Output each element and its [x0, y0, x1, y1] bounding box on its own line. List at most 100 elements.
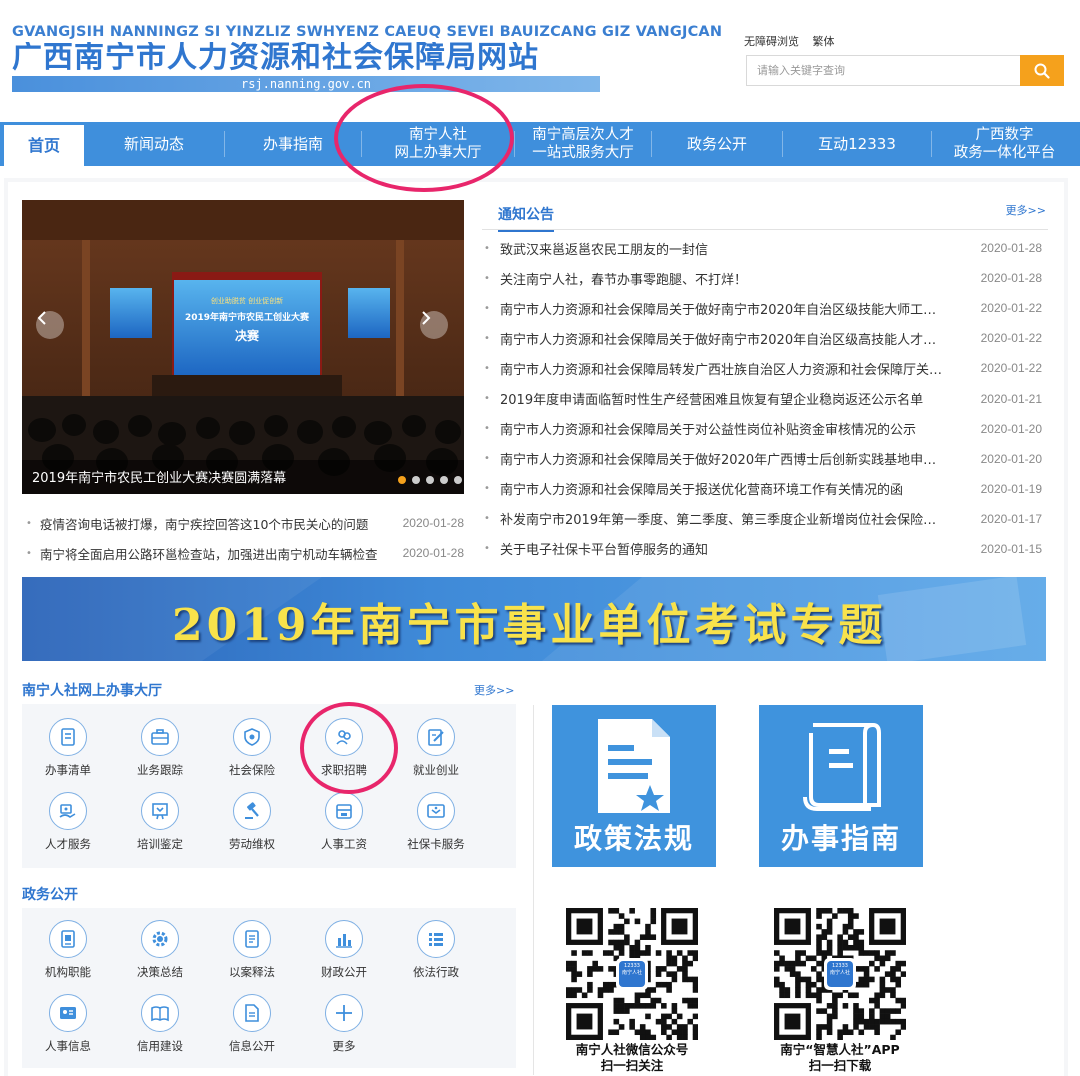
gov-affairs-item-label: 决策总结 [137, 965, 183, 979]
slider-caption[interactable]: 2019年南宁市农民工创业大赛决赛圆满落幕 [32, 467, 286, 486]
nav-interaction-12333[interactable]: 互动12333 [783, 122, 931, 166]
nav-talent-hall[interactable]: 南宁高层次人才 一站式服务大厅 [515, 122, 651, 166]
gov-affairs-item[interactable]: 财政公开 [298, 912, 390, 986]
notice-title[interactable]: 补发南宁市2019年第一季度、第二季度、第三季度企业新增岗位社会保险补贴公示 [500, 509, 944, 528]
gov-affairs-item[interactable]: 信息公开 [206, 986, 298, 1060]
list-item[interactable]: • 南宁市人力资源和社会保障局转发广西壮族自治区人力资源和社会保障厅关于做好通知 2… [482, 353, 1048, 383]
accessibility-link[interactable]: 无障碍浏览 [744, 35, 799, 48]
icon-circle[interactable] [325, 920, 363, 958]
list-item[interactable]: • 疫情咨询电话被打爆，南宁疾控回答这10个市民关心的问题 2020-01-28 [22, 508, 464, 538]
slider-dot[interactable] [440, 476, 448, 484]
notice-title[interactable]: 致武汉来邕返邕农民工朋友的一封信 [500, 239, 944, 258]
service-hall-item[interactable]: 人事工资 [298, 784, 390, 858]
icon-circle[interactable] [49, 994, 87, 1032]
site-logo-title[interactable]: 广西南宁市人力资源和社会保障局网站 [12, 42, 600, 74]
service-hall-item[interactable]: 劳动维权 [206, 784, 298, 858]
list-item[interactable]: • 南宁市人力资源和社会保障局关于对公益性岗位补贴资金审核情况的公示 2020-01… [482, 414, 1048, 444]
guide-tile[interactable]: 办事指南 [759, 705, 923, 867]
notice-title[interactable]: 南宁市人力资源和社会保障局关于报送优化营商环境工作有关情况的函 [500, 479, 944, 498]
slider-next-button[interactable] [420, 311, 448, 339]
service-hall-item[interactable]: 培训鉴定 [114, 784, 206, 858]
gov-affairs-title[interactable]: 政务公开 [22, 884, 78, 904]
nav-news[interactable]: 新闻动态 [84, 122, 224, 166]
icon-circle[interactable] [325, 994, 363, 1032]
slider-dot[interactable] [412, 476, 420, 484]
icon-circle[interactable] [325, 718, 363, 756]
notice-title[interactable]: 南宁市人力资源和社会保障局关于做好南宁市2020年自治区级技能大师工作室申报工作… [500, 299, 944, 318]
service-hall-item[interactable]: 求职招聘 [298, 710, 390, 784]
icon-circle[interactable] [233, 718, 271, 756]
notice-title[interactable]: 2019年度申请面临暂时性生产经营困难且恢复有望企业稳岗返还公示名单 [500, 389, 944, 408]
icon-circle[interactable] [141, 994, 179, 1032]
nav-gx-digital-platform[interactable]: 广西数字 政务一体化平台 [932, 122, 1077, 166]
image-slider[interactable]: 创业助脱贫 创业促创新 2019年南宁市农民工创业大赛 决赛 2019年南宁市农… [22, 200, 464, 494]
list-item[interactable]: • 致武汉来邕返邕农民工朋友的一封信 2020-01-28 [482, 233, 1048, 263]
slider-dot[interactable] [426, 476, 434, 484]
service-hall-item[interactable]: 人才服务 [22, 784, 114, 858]
list-item[interactable]: • 南宁将全面启用公路环邕检查站，加强进出南宁机动车辆检查 2020-01-28 [22, 538, 464, 568]
exam-banner[interactable]: 2019年南宁市事业单位考试专题 [22, 577, 1046, 661]
gov-affairs-item[interactable]: 更多 [298, 986, 390, 1060]
list-item[interactable]: • 南宁市人力资源和社会保障局关于做好2020年广西博士后创新实践基地申报工作的通… [482, 444, 1048, 474]
news-title[interactable]: 疫情咨询电话被打爆，南宁疾控回答这10个市民关心的问题 [40, 514, 386, 533]
notice-title[interactable]: 南宁市人力资源和社会保障局关于做好2020年广西博士后创新实践基地申报工作的通知 [500, 449, 944, 468]
gov-affairs-item[interactable]: 信用建设 [114, 986, 206, 1060]
service-hall-more-link[interactable]: 更多>> [474, 682, 514, 698]
gov-affairs-item[interactable]: 决策总结 [114, 912, 206, 986]
search-input[interactable] [747, 56, 1021, 85]
icon-circle[interactable] [141, 920, 179, 958]
list-item[interactable]: • 2019年度申请面临暂时性生产经营困难且恢复有望企业稳岗返还公示名单 2020-… [482, 383, 1048, 413]
service-hall-item[interactable]: 社保卡服务 [390, 784, 482, 858]
nav-online-hall[interactable]: 南宁人社 网上办事大厅 [362, 122, 514, 166]
policy-tile[interactable]: 政策法规 [552, 705, 716, 867]
search-button[interactable] [1020, 55, 1064, 86]
icon-circle[interactable] [325, 792, 363, 830]
notice-title[interactable]: 南宁市人力资源和社会保障局关于对公益性岗位补贴资金审核情况的公示 [500, 419, 944, 438]
service-hall-item[interactable]: 业务跟踪 [114, 710, 206, 784]
icon-circle[interactable] [49, 792, 87, 830]
notice-title[interactable]: 南宁市人力资源和社会保障局转发广西壮族自治区人力资源和社会保障厅关于做好通知 [500, 359, 944, 378]
list-item[interactable]: • 南宁市人力资源和社会保障局关于做好南宁市2020年自治区级高技能人才培训基地申… [482, 323, 1048, 353]
icon-circle[interactable] [141, 718, 179, 756]
list-item[interactable]: • 南宁市人力资源和社会保障局关于做好南宁市2020年自治区级技能大师工作室申报工… [482, 293, 1048, 323]
news-title[interactable]: 南宁将全面启用公路环邕检查站，加强进出南宁机动车辆检查 [40, 544, 386, 563]
gov-affairs-item[interactable]: 以案释法 [206, 912, 298, 986]
gov-affairs-item[interactable]: 机构职能 [22, 912, 114, 986]
service-hall-item[interactable]: 办事清单 [22, 710, 114, 784]
bar-chart-icon [336, 934, 352, 948]
notice-title[interactable]: 关注南宁人社，春节办事零跑腿、不打烊！ [500, 269, 944, 288]
slider-dot[interactable] [454, 476, 462, 484]
slider-prev-button[interactable] [36, 311, 64, 339]
list-item[interactable]: • 关于电子社保卡平台暂停服务的通知 2020-01-15 [482, 534, 1048, 564]
icon-circle[interactable] [233, 994, 271, 1032]
icon-circle[interactable] [49, 920, 87, 958]
icon-circle[interactable] [417, 718, 455, 756]
service-hall-item[interactable]: 社会保险 [206, 710, 298, 784]
icon-circle[interactable] [233, 920, 271, 958]
bullet-dot: • [484, 483, 490, 495]
service-hall-item[interactable]: 就业创业 [390, 710, 482, 784]
gov-affairs-item-label: 人事信息 [45, 1039, 91, 1053]
icon-circle[interactable] [417, 792, 455, 830]
icon-circle[interactable] [417, 920, 455, 958]
nav-guide[interactable]: 办事指南 [225, 122, 361, 166]
icon-circle[interactable] [233, 792, 271, 830]
plus-icon [336, 1005, 352, 1021]
nav-home[interactable]: 首页 [4, 122, 84, 166]
nav-gov-affairs[interactable]: 政务公开 [652, 122, 782, 166]
list-item[interactable]: • 补发南宁市2019年第一季度、第二季度、第三季度企业新增岗位社会保险补贴公示 2… [482, 504, 1048, 534]
notice-section-title[interactable]: 通知公告 [498, 204, 554, 232]
notice-title[interactable]: 关于电子社保卡平台暂停服务的通知 [500, 539, 944, 558]
notice-more-link[interactable]: 更多>> [1006, 202, 1046, 218]
list-item[interactable]: • 南宁市人力资源和社会保障局关于报送优化营商环境工作有关情况的函 2020-01-… [482, 474, 1048, 504]
traditional-chinese-link[interactable]: 繁体 [813, 35, 835, 48]
list-item[interactable]: • 关注南宁人社，春节办事零跑腿、不打烊！ 2020-01-28 [482, 263, 1048, 293]
bullet-dot: • [484, 423, 490, 435]
icon-circle[interactable] [141, 792, 179, 830]
gov-affairs-item[interactable]: 人事信息 [22, 986, 114, 1060]
service-hall-title[interactable]: 南宁人社网上办事大厅 [22, 680, 162, 700]
slider-dot[interactable] [398, 476, 406, 484]
notice-title[interactable]: 南宁市人力资源和社会保障局关于做好南宁市2020年自治区级高技能人才培训基地申报… [500, 329, 944, 348]
icon-circle[interactable] [49, 718, 87, 756]
gov-affairs-item[interactable]: 依法行政 [390, 912, 482, 986]
